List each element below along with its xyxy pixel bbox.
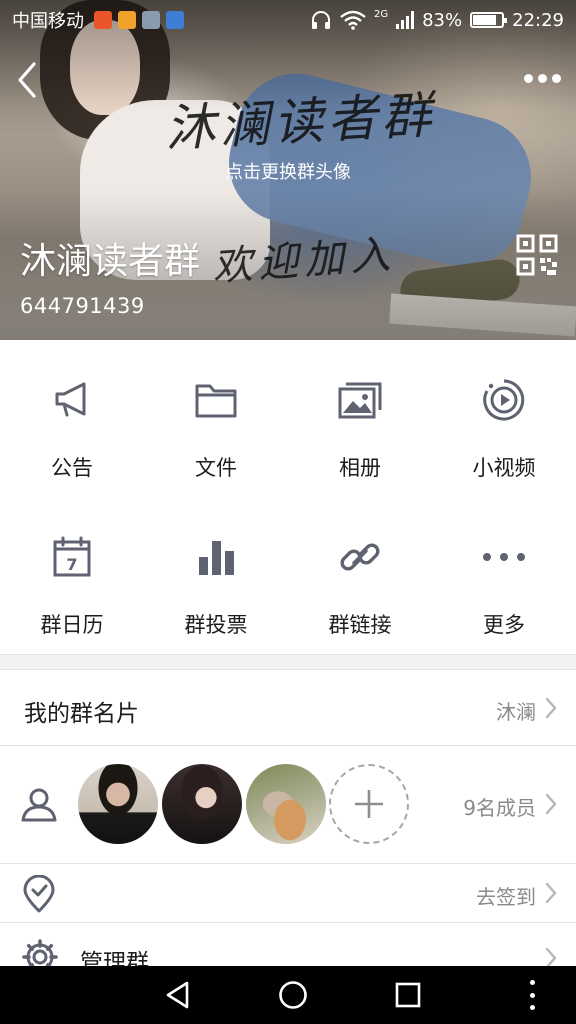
location-check-icon xyxy=(23,875,55,913)
square-recents-icon xyxy=(396,982,421,1008)
wifi-icon xyxy=(340,10,366,30)
chevron-right-icon xyxy=(545,793,557,815)
members-row[interactable]: 9名成员 xyxy=(0,746,576,864)
feature-label: 群日历 xyxy=(40,613,104,637)
member-avatar[interactable] xyxy=(78,764,158,844)
feature-announcement[interactable]: 公告 xyxy=(0,340,144,497)
status-bar: 中国移动 2G 83% 22:29 xyxy=(0,0,576,40)
bar-chart-icon xyxy=(199,541,234,575)
feature-vote[interactable]: 群投票 xyxy=(144,497,288,654)
folder-icon xyxy=(195,384,237,418)
gallery-notification-icon xyxy=(142,11,160,29)
chevron-left-icon[interactable] xyxy=(10,58,46,102)
feature-label: 文件 xyxy=(195,456,237,480)
signal-strength-icon xyxy=(396,11,415,29)
cover-calligraphy-title: 沐澜读者群 xyxy=(163,85,437,159)
system-navigation-bar xyxy=(0,966,576,1024)
chevron-right-icon xyxy=(545,697,557,719)
mail-notification-icon xyxy=(94,11,112,29)
feature-grid: 公告 文件 相册 小视频 7 群日历 群投票 群链接 更多 xyxy=(0,340,576,654)
nav-home-button[interactable] xyxy=(275,977,311,1013)
feature-album[interactable]: 相册 xyxy=(288,340,432,497)
news-notification-icon xyxy=(166,11,184,29)
video-play-icon xyxy=(483,379,525,421)
feature-short-video[interactable]: 小视频 xyxy=(432,340,576,497)
member-avatar[interactable] xyxy=(246,764,326,844)
feature-label: 群链接 xyxy=(328,613,392,637)
feature-calendar[interactable]: 7 群日历 xyxy=(0,497,144,654)
qr-code-icon[interactable] xyxy=(516,234,558,276)
clock: 22:29 xyxy=(512,9,564,31)
feature-link[interactable]: 群链接 xyxy=(288,497,432,654)
add-member-button[interactable] xyxy=(329,764,409,844)
carrier-name: 中国移动 xyxy=(12,11,84,32)
my-group-card-row[interactable]: 我的群名片 沐澜 xyxy=(0,671,576,746)
checkin-row[interactable]: 去签到 xyxy=(0,864,576,923)
feature-label: 更多 xyxy=(483,613,525,637)
nav-menu-dots-icon[interactable] xyxy=(528,980,536,1010)
circle-home-icon xyxy=(279,981,307,1009)
more-horizontal-icon xyxy=(483,553,525,561)
nav-back-button[interactable] xyxy=(160,977,196,1013)
more-horizontal-icon[interactable] xyxy=(520,66,564,90)
feature-label: 公告 xyxy=(51,456,93,480)
headphones-icon xyxy=(311,11,330,29)
my-group-card-value: 沐澜 xyxy=(496,700,536,724)
member-count: 9名成员 xyxy=(463,796,536,820)
calendar-day: 7 xyxy=(66,555,77,574)
feature-label: 相册 xyxy=(339,456,381,480)
feature-label: 群投票 xyxy=(184,613,248,637)
battery-icon xyxy=(470,12,508,28)
feature-more[interactable]: 更多 xyxy=(432,497,576,654)
battery-percent: 83% xyxy=(422,9,463,31)
link-icon xyxy=(340,543,380,571)
triangle-back-icon xyxy=(166,981,188,1009)
plus-icon xyxy=(355,790,383,818)
section-divider xyxy=(0,654,576,670)
group-name: 沐澜读者群 xyxy=(20,241,201,282)
megaphone-icon xyxy=(55,382,86,417)
photo-album-icon xyxy=(338,382,382,419)
network-type: 2G xyxy=(373,8,389,20)
nav-recents-button[interactable] xyxy=(390,977,426,1013)
member-avatar[interactable] xyxy=(162,764,242,844)
my-group-card-title: 我的群名片 xyxy=(24,701,139,727)
chevron-right-icon xyxy=(545,882,557,904)
feature-files[interactable]: 文件 xyxy=(144,340,288,497)
members-icon xyxy=(21,788,57,822)
calendar-icon: 7 xyxy=(53,536,91,577)
group-id: 644791439 xyxy=(20,294,145,318)
app-notification-icon xyxy=(118,11,136,29)
feature-label: 小视频 xyxy=(472,456,536,480)
notification-icons xyxy=(94,11,184,29)
checkin-label: 去签到 xyxy=(476,885,536,909)
change-avatar-hint[interactable]: 点击更换群头像 xyxy=(0,158,576,184)
battery-fill xyxy=(473,15,497,25)
